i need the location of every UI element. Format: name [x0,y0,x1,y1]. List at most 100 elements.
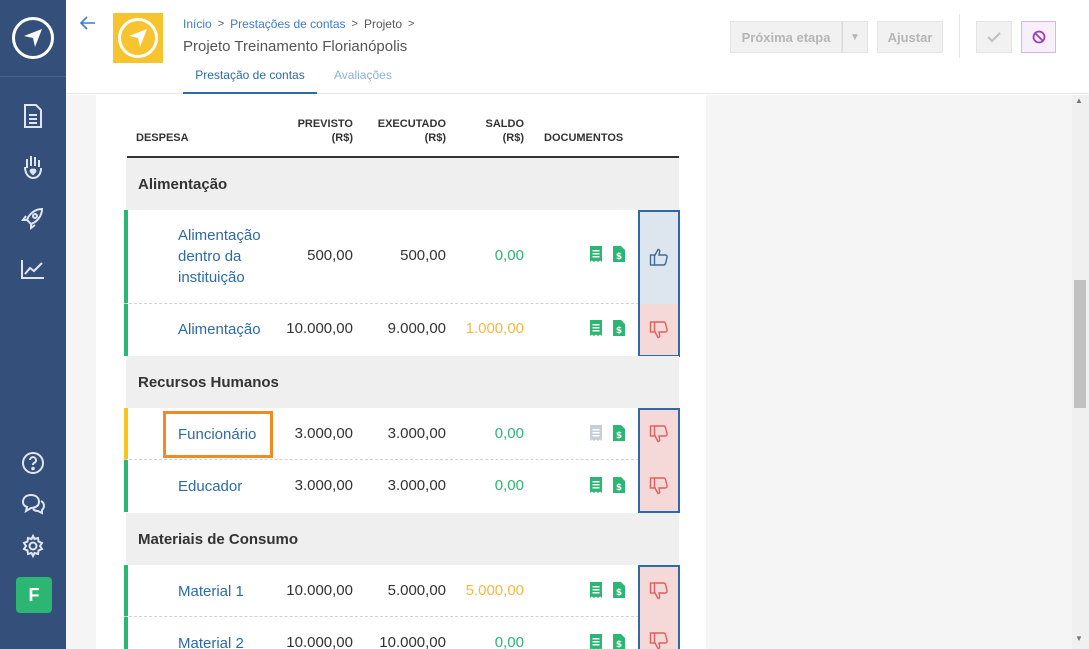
column-header-despesa: DESPESA [136,132,189,144]
help-icon[interactable] [19,449,47,477]
tab-prestacao-de-contas[interactable]: Prestação de contas [183,68,317,94]
column-header-previsto-line1: PREVISTO [297,118,353,130]
scroll-down-icon[interactable]: ▼ [1075,634,1083,643]
executado-value: 3.000,00 [387,425,446,442]
group-header: Recursos Humanos [126,356,679,408]
receipt-icon[interactable] [589,581,603,599]
column-header-saldo-line1: SALDO [485,118,525,130]
invoice-dollar-icon[interactable]: $ [612,581,626,599]
user-avatar[interactable]: F [16,577,52,613]
document-icons: $ [589,424,626,442]
table-row: Alimentação dentro da instituição 500,00… [124,210,679,304]
executado-value: 3.000,00 [387,477,446,494]
saldo-value: 0,00 [494,634,524,649]
saldo-value: 0,00 [494,247,524,264]
column-header-documentos: DOCUMENTOS [544,132,624,144]
svg-text:$: $ [616,326,622,336]
column-header-executado-line1: EXECUTADO [377,118,446,130]
row-status-accent [124,617,128,649]
svg-text:$: $ [616,588,622,598]
executado-value: 5.000,00 [387,582,446,599]
previsto-value: 3.000,00 [294,477,353,494]
previsto-value: 10.000,00 [286,634,353,649]
settings-icon[interactable] [19,532,47,560]
chart-icon[interactable] [19,255,47,283]
caret-down-icon: ▼ [850,31,860,43]
invoice-dollar-icon[interactable]: $ [612,319,626,337]
expense-name-link[interactable]: Material 2 [178,633,244,649]
reject-rating-button[interactable] [638,304,679,356]
invoice-dollar-icon[interactable]: $ [612,476,626,494]
expense-name-link[interactable]: Alimentação [178,319,261,340]
invoice-dollar-icon[interactable]: $ [612,424,626,442]
document-icon[interactable] [19,102,47,130]
app-logo-icon[interactable] [12,17,54,59]
reject-rating-button[interactable] [638,460,679,512]
sidebar: F [0,0,66,649]
receipt-icon[interactable] [589,476,603,494]
chat-icon[interactable] [19,490,47,518]
thumbs-down-icon [649,632,668,649]
receipt-icon[interactable] [589,633,603,649]
row-status-accent [124,460,128,512]
document-icons: $ [589,245,626,263]
previsto-value: 500,00 [307,247,353,264]
table-row: Alimentação 10.000,00 9.000,00 1.000,00 … [124,304,679,356]
executado-value: 500,00 [400,247,446,264]
expense-name-link[interactable]: Material 1 [178,581,244,602]
column-header-previsto: PREVISTO (R$) [283,117,353,145]
breadcrumb-inicio[interactable]: Início [183,17,212,31]
thumbs-down-icon [649,477,668,495]
thumbs-down-icon [649,425,668,443]
approve-rating-button[interactable] [638,210,679,304]
sidebar-divider [0,76,66,77]
expense-name-link[interactable]: Educador [178,476,242,497]
expense-name-link[interactable]: Alimentação dentro da instituição [178,225,278,288]
block-icon [1032,30,1045,44]
back-arrow-icon[interactable] [79,14,96,35]
scrollbar-thumb[interactable] [1074,280,1086,408]
column-header-previsto-line2: (R$) [331,132,353,144]
column-header-saldo-line2: (R$) [502,132,524,144]
breadcrumb-prestacoes[interactable]: Prestações de contas [230,17,345,31]
column-header-saldo: SALDO (R$) [465,117,525,145]
reject-rating-button[interactable] [638,408,679,460]
saldo-value: 1.000,00 [465,320,524,337]
breadcrumb: Início > Prestações de contas > Projeto … [183,17,414,31]
svg-text:$: $ [616,640,622,649]
previsto-value: 10.000,00 [286,320,353,337]
next-step-dropdown-button[interactable]: ▼ [842,21,868,53]
receipt-icon[interactable] [589,319,603,337]
saldo-value: 5.000,00 [465,582,524,599]
thumbs-down-icon [649,321,668,339]
hand-heart-icon[interactable] [19,153,47,181]
adjust-button[interactable]: Ajustar [877,21,943,53]
check-icon [987,32,1001,43]
reject-rating-button[interactable] [638,565,679,617]
table-row: Material 2 10.000,00 10.000,00 0,00 $ [124,617,679,649]
saldo-value: 0,00 [494,477,524,494]
page-header: Início > Prestações de contas > Projeto … [66,0,1089,94]
approve-button[interactable] [976,21,1012,53]
reject-rating-button[interactable] [638,617,679,649]
row-status-accent [124,565,128,616]
receipt-icon[interactable] [589,424,603,442]
svg-text:$: $ [616,483,622,493]
table-row: Educador 3.000,00 3.000,00 0,00 $ [124,460,679,512]
previsto-value: 3.000,00 [294,425,353,442]
next-step-button[interactable]: Próxima etapa [730,21,842,53]
chevron-right-icon: > [351,18,358,30]
invoice-dollar-icon[interactable]: $ [612,245,626,263]
invoice-dollar-icon[interactable]: $ [612,633,626,649]
svg-text:$: $ [616,252,622,262]
previsto-value: 10.000,00 [286,582,353,599]
scroll-up-icon[interactable]: ▲ [1075,96,1083,105]
receipt-icon[interactable] [589,245,603,263]
document-icons: $ [589,476,626,494]
block-button[interactable] [1021,21,1056,53]
tab-avaliacoes[interactable]: Avaliações [334,68,392,94]
row-status-accent [124,408,128,459]
document-icons: $ [589,633,626,649]
chevron-right-icon: > [217,18,225,30]
rocket-icon[interactable] [19,204,47,232]
